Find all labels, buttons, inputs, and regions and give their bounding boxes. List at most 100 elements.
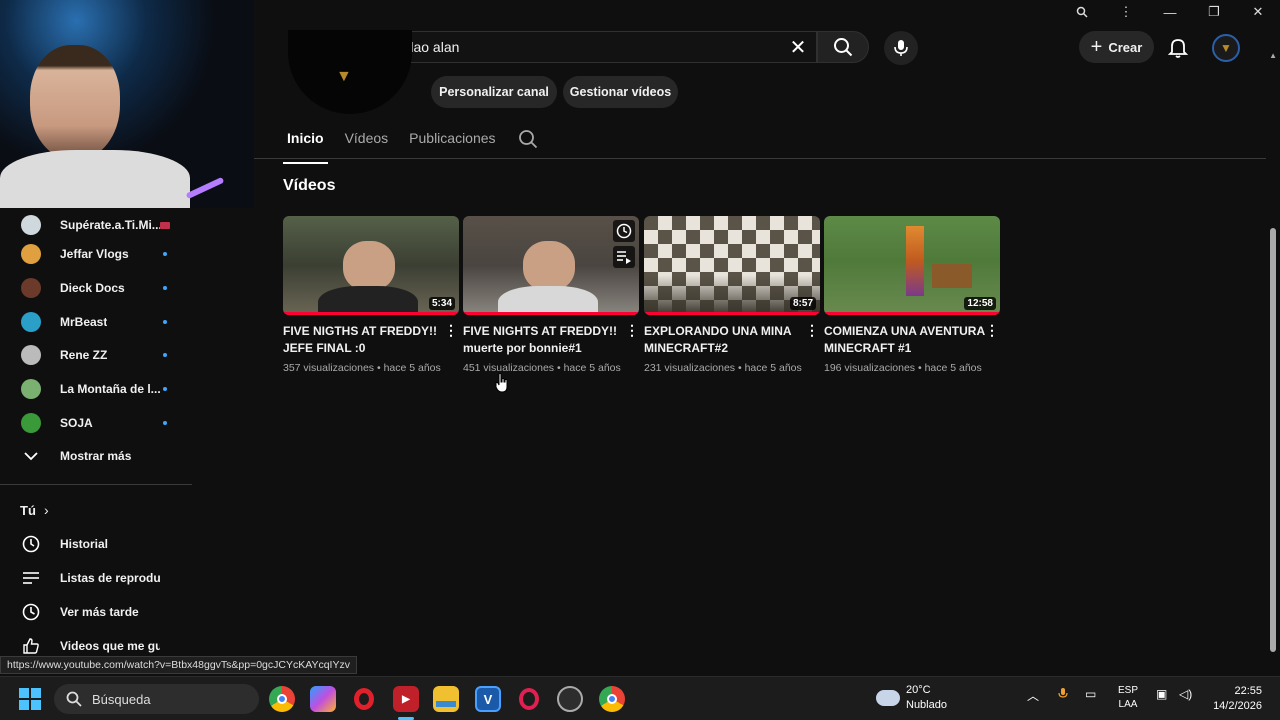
new-content-dot (163, 286, 167, 290)
opera-gx-ring (519, 688, 539, 710)
more-options-icon[interactable]: ⋮ (805, 322, 819, 340)
customize-channel-button[interactable]: Personalizar canal (431, 76, 557, 108)
hand-cursor-icon (495, 373, 508, 393)
voice-search-button[interactable] (884, 31, 918, 65)
thumb-character (906, 226, 924, 296)
clear-search-icon[interactable]: ✕ (780, 35, 816, 60)
account-avatar[interactable]: ▼ (1212, 34, 1240, 62)
video-meta: 196 visualizaciones • hace 5 años (824, 362, 982, 374)
plus-icon: + (1090, 36, 1103, 58)
video-thumbnail[interactable]: 5:34 (283, 216, 459, 315)
history-icon (21, 534, 41, 554)
video-meta: 231 visualizaciones • hace 5 años (644, 362, 802, 374)
video-title[interactable]: FIVE NIGHTS AT FREDDY!! muerte por bonni… (463, 323, 639, 357)
sidebar-divider (0, 484, 192, 485)
you-section-header[interactable]: Tú › (0, 493, 192, 527)
sidebar-item-label: Listas de reproducc... (60, 571, 160, 585)
clock-time: 22:55 (1234, 685, 1262, 697)
manage-videos-button[interactable]: Gestionar vídeos (563, 76, 678, 108)
video-thumbnail[interactable]: 12:58 (824, 216, 1000, 315)
video-card[interactable]: 5:34 FIVE NIGTHS AT FREDDY!! JEFE FINAL … (283, 216, 459, 374)
sidebar-item-label: Ver más tarde (60, 605, 139, 619)
chrome-center (277, 694, 287, 704)
close-window-button[interactable]: ✕ (1236, 0, 1280, 24)
minimize-button[interactable]: — (1148, 0, 1192, 24)
sidebar-subscription[interactable]: La Montaña de l... (0, 372, 192, 406)
more-options-icon[interactable]: ⋮ (985, 322, 999, 340)
video-title[interactable]: FIVE NIGTHS AT FREDDY!! JEFE FINAL :0 (283, 323, 459, 357)
obs-icon[interactable] (557, 686, 583, 712)
video-thumbnail[interactable] (463, 216, 639, 315)
channel-avatar-icon (21, 215, 41, 235)
watch-later-icon[interactable] (613, 220, 635, 242)
vegas-icon[interactable]: V (475, 686, 501, 712)
sidebar-item-playlists[interactable]: Listas de reproducc... (0, 561, 192, 595)
section-title: Vídeos (283, 177, 336, 194)
window-titlebar: ⋮ — ❐ ✕ (254, 0, 1280, 24)
video-card[interactable]: 12:58 COMIENZA UNA AVENTURA MINECRAFT #1… (824, 216, 1000, 374)
chrome-profile-icon[interactable] (599, 686, 625, 712)
new-content-dot (163, 421, 167, 425)
zoom-icon[interactable] (1060, 0, 1104, 24)
language-indicator[interactable]: ESP LAA (1118, 684, 1138, 712)
channel-search-icon[interactable] (518, 129, 538, 149)
new-content-dot (163, 387, 167, 391)
video-duration: 5:34 (428, 297, 455, 310)
copilot-icon[interactable] (310, 686, 336, 712)
sidebar-subscription[interactable]: Rene ZZ (0, 338, 192, 372)
notifications-button[interactable] (1166, 35, 1190, 59)
search-input[interactable]: el pelao alan ✕ (365, 31, 817, 63)
video-title[interactable]: EXPLORANDO UNA MINA MINECRAFT#2 (644, 323, 820, 357)
taskbar-clock[interactable]: 22:55 14/2/2026 (1206, 684, 1262, 714)
chevron-right-icon: › (44, 502, 49, 518)
tab-videos[interactable]: Vídeos (341, 124, 393, 158)
live-icon (160, 221, 170, 229)
video-thumbnail[interactable]: 8:57 (644, 216, 820, 315)
tab-publicaciones[interactable]: Publicaciones (405, 124, 499, 158)
more-options-icon[interactable]: ⋮ (625, 322, 639, 340)
search-button[interactable] (817, 31, 869, 63)
create-button[interactable]: + Crear (1079, 31, 1154, 63)
file-explorer-icon[interactable] (433, 686, 459, 712)
maximize-button[interactable]: ❐ (1192, 0, 1236, 24)
volume-icon[interactable]: ◁) (1179, 687, 1192, 701)
show-more-button[interactable]: Mostrar más (0, 439, 192, 473)
channel-tabs: Inicio Vídeos Publicaciones (283, 124, 513, 164)
chrome-icon[interactable] (269, 686, 295, 712)
show-more-label: Mostrar más (60, 449, 132, 463)
add-to-queue-icon[interactable] (613, 246, 635, 268)
taskbar-search[interactable]: Búsqueda (54, 684, 259, 714)
webcam-shirt (0, 150, 190, 208)
chevron-up-icon[interactable]: ︿ (1027, 687, 1039, 704)
channel-logo-icon: ▼ (336, 68, 352, 85)
video-title[interactable]: COMIENZA UNA AVENTURA MINECRAFT #1 (824, 323, 1000, 357)
video-card[interactable]: 8:57 EXPLORANDO UNA MINA MINECRAFT#2 231… (644, 216, 820, 374)
thumb-chest (932, 264, 972, 288)
weather-widget[interactable]: 20°C Nublado (876, 683, 947, 713)
more-options-icon[interactable]: ⋮ (444, 322, 458, 340)
subscription-name: Supérate.a.Ti.Mi... (60, 218, 160, 232)
video-card[interactable]: FIVE NIGHTS AT FREDDY!! muerte por bonni… (463, 216, 639, 374)
video-meta: 451 visualizaciones • hace 5 años (463, 362, 621, 374)
sidebar-item-history[interactable]: Historial (0, 527, 192, 561)
youtube-app-icon[interactable]: ▶ (393, 686, 419, 712)
sidebar-subscription[interactable]: Dieck Docs (0, 271, 192, 305)
sidebar-subscription[interactable]: MrBeast (0, 305, 192, 339)
scrollbar-thumb[interactable] (1270, 228, 1276, 652)
network-icon[interactable]: ▣ (1156, 687, 1167, 701)
windows-start-icon[interactable] (19, 688, 41, 710)
sidebar-subscription[interactable]: SOJA (0, 406, 192, 440)
opera-gx-icon[interactable] (516, 686, 542, 712)
keyboard-icon[interactable]: ▭ (1085, 687, 1096, 701)
microphone-tray-icon[interactable] (1058, 687, 1068, 704)
scroll-up-icon[interactable]: ▲ (1269, 51, 1277, 60)
language-code: ESP (1118, 685, 1139, 696)
sidebar-subscription[interactable]: Jeffar Vlogs (0, 237, 192, 271)
video-title-line: FIVE NIGTHS AT FREDDY!! (283, 324, 437, 338)
sidebar-item-watch-later[interactable]: Ver más tarde (0, 595, 192, 629)
tab-inicio[interactable]: Inicio (283, 124, 328, 164)
page-scrollbar[interactable]: ▲ ▼ (1266, 24, 1280, 695)
opera-icon[interactable] (351, 686, 377, 712)
video-duration: 12:58 (964, 297, 996, 310)
browser-menu-icon[interactable]: ⋮ (1104, 0, 1148, 24)
